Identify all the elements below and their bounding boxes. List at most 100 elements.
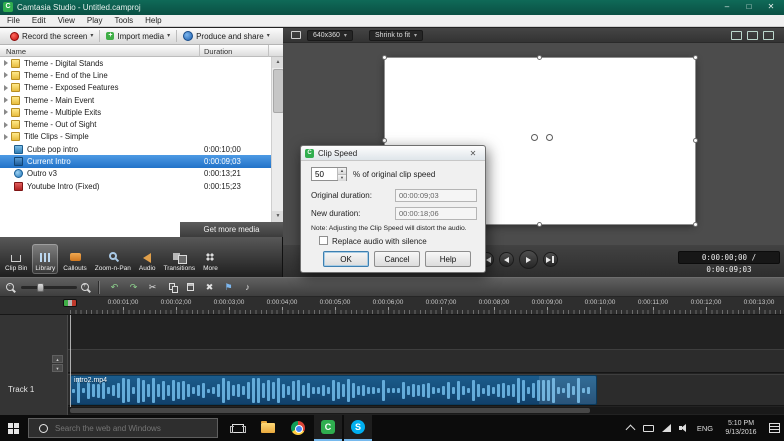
resize-handle[interactable] [693, 55, 698, 60]
library-item[interactable]: Theme - Out of Sight [0, 118, 271, 130]
library-item[interactable]: Youtube Intro (Fixed)0:00:15;23 [0, 180, 271, 192]
track-expand-icon[interactable]: ▲ [52, 355, 63, 363]
menu-file[interactable]: File [7, 16, 20, 25]
library-item[interactable]: Theme - Main Event [0, 94, 271, 106]
detach-preview-icon[interactable] [731, 31, 742, 40]
clock[interactable]: 5:10 PM 9/13/2016 [718, 415, 764, 441]
editing-dimensions-dropdown[interactable]: 640x360 ▾ [307, 30, 353, 41]
resize-handle[interactable] [693, 138, 698, 143]
delete-icon[interactable]: ✖ [201, 280, 218, 295]
step-back-button[interactable] [499, 252, 514, 267]
taskbar-search[interactable] [28, 418, 218, 438]
zoom-in-icon[interactable]: + [81, 283, 89, 291]
library-item[interactable]: Theme - Multiple Exits [0, 106, 271, 118]
tab-audio[interactable]: Audio [136, 244, 159, 274]
library-item-selected[interactable]: Current Intro0:00:09;03 [0, 155, 271, 167]
expand-icon[interactable] [4, 85, 8, 91]
library-item[interactable]: Theme - Exposed Features [0, 82, 271, 94]
step-forward-button[interactable] [543, 252, 558, 267]
library-scrollbar[interactable]: ▲ ▼ [271, 57, 283, 222]
library-item[interactable]: Theme - Digital Stands [0, 57, 271, 69]
view-mode-dropdown[interactable]: Shrink to fit ▾ [369, 30, 423, 41]
timeline-ruler[interactable]: 0:00:01;000:00:02;000:00:03;000:00:04;00… [0, 297, 784, 315]
touch-keyboard-button[interactable] [640, 415, 656, 441]
close-button[interactable]: ✕ [760, 0, 782, 14]
chrome-button[interactable] [284, 415, 312, 441]
produce-share-button[interactable]: Produce and share ▾ [178, 29, 275, 44]
name-column-header[interactable]: Name [6, 47, 26, 56]
record-screen-button[interactable]: Record the screen ▾ [5, 29, 98, 44]
zoom-out-icon[interactable]: - [6, 283, 14, 291]
resize-handle[interactable] [382, 55, 387, 60]
tab-clip-bin[interactable]: Clip Bin [2, 244, 30, 274]
cut-icon[interactable]: ✂ [144, 280, 161, 295]
replace-audio-checkbox[interactable] [319, 236, 328, 245]
hscrollbar-thumb[interactable] [70, 408, 590, 413]
volume-button[interactable] [676, 415, 692, 441]
library-item[interactable]: Cube pop intro0:00:10;00 [0, 143, 271, 155]
playhead-line[interactable] [70, 315, 71, 407]
spin-up-icon[interactable]: ▲ [338, 168, 346, 175]
tray-expand-button[interactable] [622, 415, 638, 441]
split-icon[interactable] [163, 280, 180, 295]
track-collapse-icon[interactable]: ▼ [52, 364, 63, 372]
menu-help[interactable]: Help [145, 16, 161, 25]
menu-edit[interactable]: Edit [32, 16, 46, 25]
timeline-hscrollbar[interactable] [68, 407, 784, 414]
expand-icon[interactable] [4, 134, 8, 140]
get-more-media-button[interactable]: Get more media [180, 222, 283, 237]
zoom-slider-thumb[interactable] [37, 283, 44, 292]
network-button[interactable] [658, 415, 674, 441]
resize-handle[interactable] [693, 222, 698, 227]
ok-button[interactable]: OK [323, 251, 369, 267]
zoom-slider[interactable] [21, 286, 77, 289]
rotate-handle[interactable] [546, 134, 553, 141]
snapshot-icon[interactable] [747, 31, 758, 40]
cancel-button[interactable]: Cancel [374, 251, 420, 267]
dialog-title-bar[interactable]: C Clip Speed ✕ [301, 146, 485, 161]
track-lane-empty[interactable] [68, 349, 784, 373]
tab-callouts[interactable]: Callouts [60, 244, 89, 274]
menu-view[interactable]: View [58, 16, 75, 25]
timeline-clip[interactable]: intro2.mp4 [70, 375, 597, 405]
speed-spinner[interactable]: ▲ ▼ [311, 167, 347, 181]
speed-input[interactable] [312, 168, 337, 180]
resize-handle[interactable] [537, 55, 542, 60]
minimize-button[interactable]: – [716, 0, 738, 14]
file-explorer-button[interactable] [254, 415, 282, 441]
resize-handle[interactable] [382, 138, 387, 143]
center-handle[interactable] [531, 134, 538, 141]
resize-handle[interactable] [537, 222, 542, 227]
search-input[interactable] [53, 423, 207, 434]
library-item[interactable]: Outro v30:00:13;21 [0, 168, 271, 180]
expand-icon[interactable] [4, 60, 8, 66]
fullscreen-icon[interactable] [763, 31, 774, 40]
undo-icon[interactable]: ↶ [106, 280, 123, 295]
dialog-close-icon[interactable]: ✕ [466, 148, 480, 159]
expand-icon[interactable] [4, 109, 8, 115]
tab-zoom-n-pan[interactable]: Zoom-n-Pan [92, 244, 134, 274]
skype-button[interactable]: S [344, 415, 372, 441]
help-button[interactable]: Help [425, 251, 471, 267]
expand-icon[interactable] [4, 97, 8, 103]
language-indicator[interactable]: ENG [694, 415, 716, 441]
play-button[interactable] [519, 250, 538, 269]
spin-down-icon[interactable]: ▼ [338, 175, 346, 181]
library-item[interactable]: Theme - End of the Line [0, 69, 271, 81]
action-center-button[interactable] [766, 415, 782, 441]
paste-icon[interactable] [182, 280, 199, 295]
expand-icon[interactable] [4, 122, 8, 128]
playhead-handle[interactable] [63, 299, 77, 307]
audio-note-icon[interactable]: ♪ [239, 280, 256, 295]
duration-column-header[interactable]: Duration [204, 47, 232, 56]
redo-icon[interactable]: ↷ [125, 280, 142, 295]
selection-out-handle[interactable] [72, 300, 76, 306]
menu-play[interactable]: Play [87, 16, 103, 25]
expand-icon[interactable] [4, 72, 8, 78]
import-media-button[interactable]: + Import media ▾ [101, 29, 175, 44]
camtasia-taskbar-button[interactable]: C [314, 415, 342, 441]
maximize-button[interactable]: □ [738, 0, 760, 14]
tab-more[interactable]: More [200, 244, 221, 274]
menu-tools[interactable]: Tools [114, 16, 133, 25]
task-view-button[interactable] [224, 415, 252, 441]
